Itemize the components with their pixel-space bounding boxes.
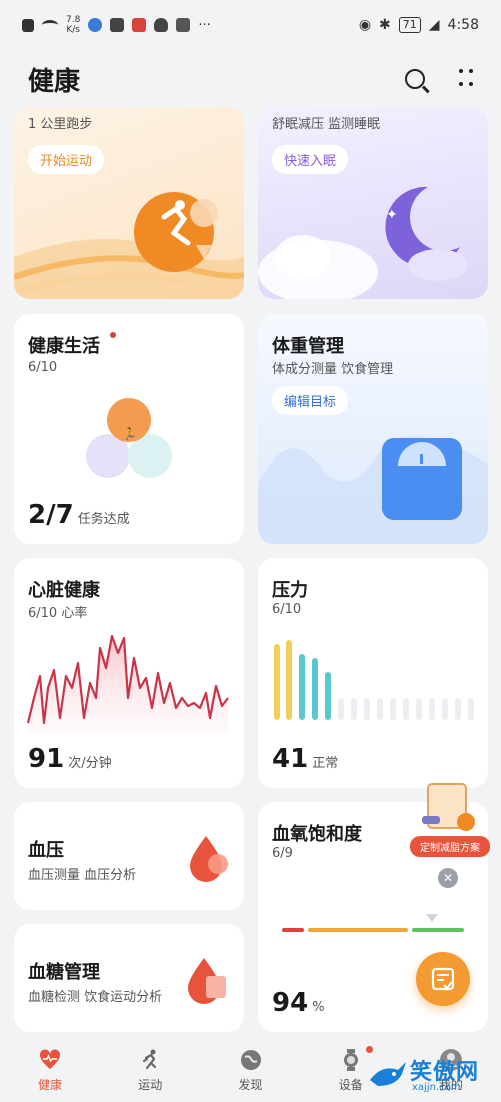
stress-value: 41 bbox=[272, 744, 309, 774]
stress-value-row: 41 正常 bbox=[272, 744, 338, 774]
stress-card[interactable]: 压力 6/10 41 正常 bbox=[258, 558, 488, 788]
watermark-url: xajjn.com bbox=[412, 1082, 461, 1093]
watch-icon bbox=[343, 1048, 358, 1071]
heart-health-card[interactable]: 心脏健康 6/10 心率 91 次/分钟 bbox=[14, 558, 244, 788]
moon-cloud-illustration: ✦ bbox=[258, 186, 468, 299]
glucose-subtitle: 血糖检测 饮食运动分析 bbox=[28, 990, 163, 1005]
healthy-life-unit: 任务达成 bbox=[77, 512, 130, 527]
stress-unit: 正常 bbox=[312, 756, 339, 771]
health-notification-icon bbox=[110, 18, 125, 32]
search-icon[interactable] bbox=[405, 69, 425, 89]
qq-icon bbox=[154, 18, 169, 32]
battery-level: 71 bbox=[398, 17, 421, 33]
bp-title: 血压 bbox=[28, 840, 64, 861]
nav-exercise[interactable]: 运动 bbox=[100, 1038, 200, 1102]
status-bar: 7.8 K/s ··· ◉ ✱ 71 ◢ 4:58 bbox=[0, 0, 501, 50]
eye-icon: ◉ bbox=[358, 17, 372, 33]
spo2-value-row: 94% bbox=[272, 988, 325, 1018]
bluetooth-icon: ✱ bbox=[379, 17, 391, 33]
clock: 4:58 bbox=[447, 17, 479, 33]
weight-card[interactable]: 体重管理 体成分测量 饮食管理 编辑目标 bbox=[258, 314, 488, 544]
more-notifications-icon: ··· bbox=[198, 17, 211, 33]
wifi-icon bbox=[42, 20, 58, 30]
app-header: 健康 bbox=[0, 50, 501, 108]
eco-icon: ◢ bbox=[428, 17, 440, 33]
bp-subtitle: 血压测量 血压分析 bbox=[28, 868, 137, 883]
nav-discover[interactable]: 发现 bbox=[200, 1038, 300, 1102]
record-list-icon bbox=[431, 967, 455, 991]
app-icon bbox=[176, 18, 191, 32]
nav-health[interactable]: 健康 bbox=[0, 1038, 100, 1102]
promo-illustration bbox=[422, 783, 475, 831]
healthy-life-value-row: 2/7 任务达成 bbox=[28, 500, 130, 530]
heart-rate-value: 91 bbox=[28, 744, 65, 774]
blood-drop-icon bbox=[190, 836, 228, 882]
shark-logo bbox=[370, 1062, 406, 1086]
spo2-unit: % bbox=[312, 1000, 325, 1015]
blood-glucose-card[interactable]: 血糖管理 血糖检测 饮食运动分析 bbox=[14, 924, 244, 1032]
alert-icon bbox=[22, 18, 34, 32]
more-menu-icon[interactable] bbox=[459, 69, 473, 89]
watermark: 笑傲网 xajjn.com bbox=[368, 1052, 498, 1098]
notification-icon bbox=[132, 18, 147, 32]
network-speed: 7.8 K/s bbox=[66, 15, 81, 35]
glucose-title: 血糖管理 bbox=[28, 962, 100, 983]
runner-icon bbox=[143, 1049, 157, 1069]
page-title: 健康 bbox=[28, 66, 81, 97]
heart-rate-unit: 次/分钟 bbox=[68, 756, 112, 771]
nav-exercise-label: 运动 bbox=[138, 1077, 163, 1092]
globe-icon bbox=[240, 1049, 261, 1070]
svg-text:🏃: 🏃 bbox=[122, 427, 137, 441]
spo2-value: 94 bbox=[272, 988, 309, 1018]
sleep-card[interactable]: 舒眠减压 监测睡眠 快速入眠 ✦ bbox=[258, 107, 488, 299]
running-track-illustration bbox=[14, 192, 244, 299]
heart-pulse-icon bbox=[40, 1048, 61, 1069]
scale-illustration bbox=[258, 436, 488, 544]
blood-pressure-card[interactable]: 血压 血压测量 血压分析 bbox=[14, 802, 244, 910]
glucose-drop-icon bbox=[188, 958, 226, 1004]
healthy-life-card[interactable]: 健康生活 6/10 🏃 2/7 任务达成 bbox=[14, 314, 244, 544]
nav-discover-label: 发现 bbox=[238, 1077, 263, 1092]
svg-text:✦: ✦ bbox=[386, 207, 398, 223]
app-notification-icon bbox=[88, 18, 103, 32]
fat-loss-promo[interactable]: 定制减脂方案 bbox=[410, 778, 490, 858]
close-promo-icon[interactable]: ✕ bbox=[438, 868, 458, 888]
nav-health-label: 健康 bbox=[38, 1077, 63, 1092]
nav-devices-label: 设备 bbox=[338, 1077, 363, 1092]
healthy-life-value: 2/7 bbox=[28, 500, 74, 530]
heart-value-row: 91 次/分钟 bbox=[28, 744, 112, 774]
promo-label: 定制减脂方案 bbox=[410, 836, 490, 857]
run-card[interactable]: 1 公里跑步 开始运动 bbox=[14, 107, 244, 299]
record-fab[interactable] bbox=[416, 952, 470, 1006]
